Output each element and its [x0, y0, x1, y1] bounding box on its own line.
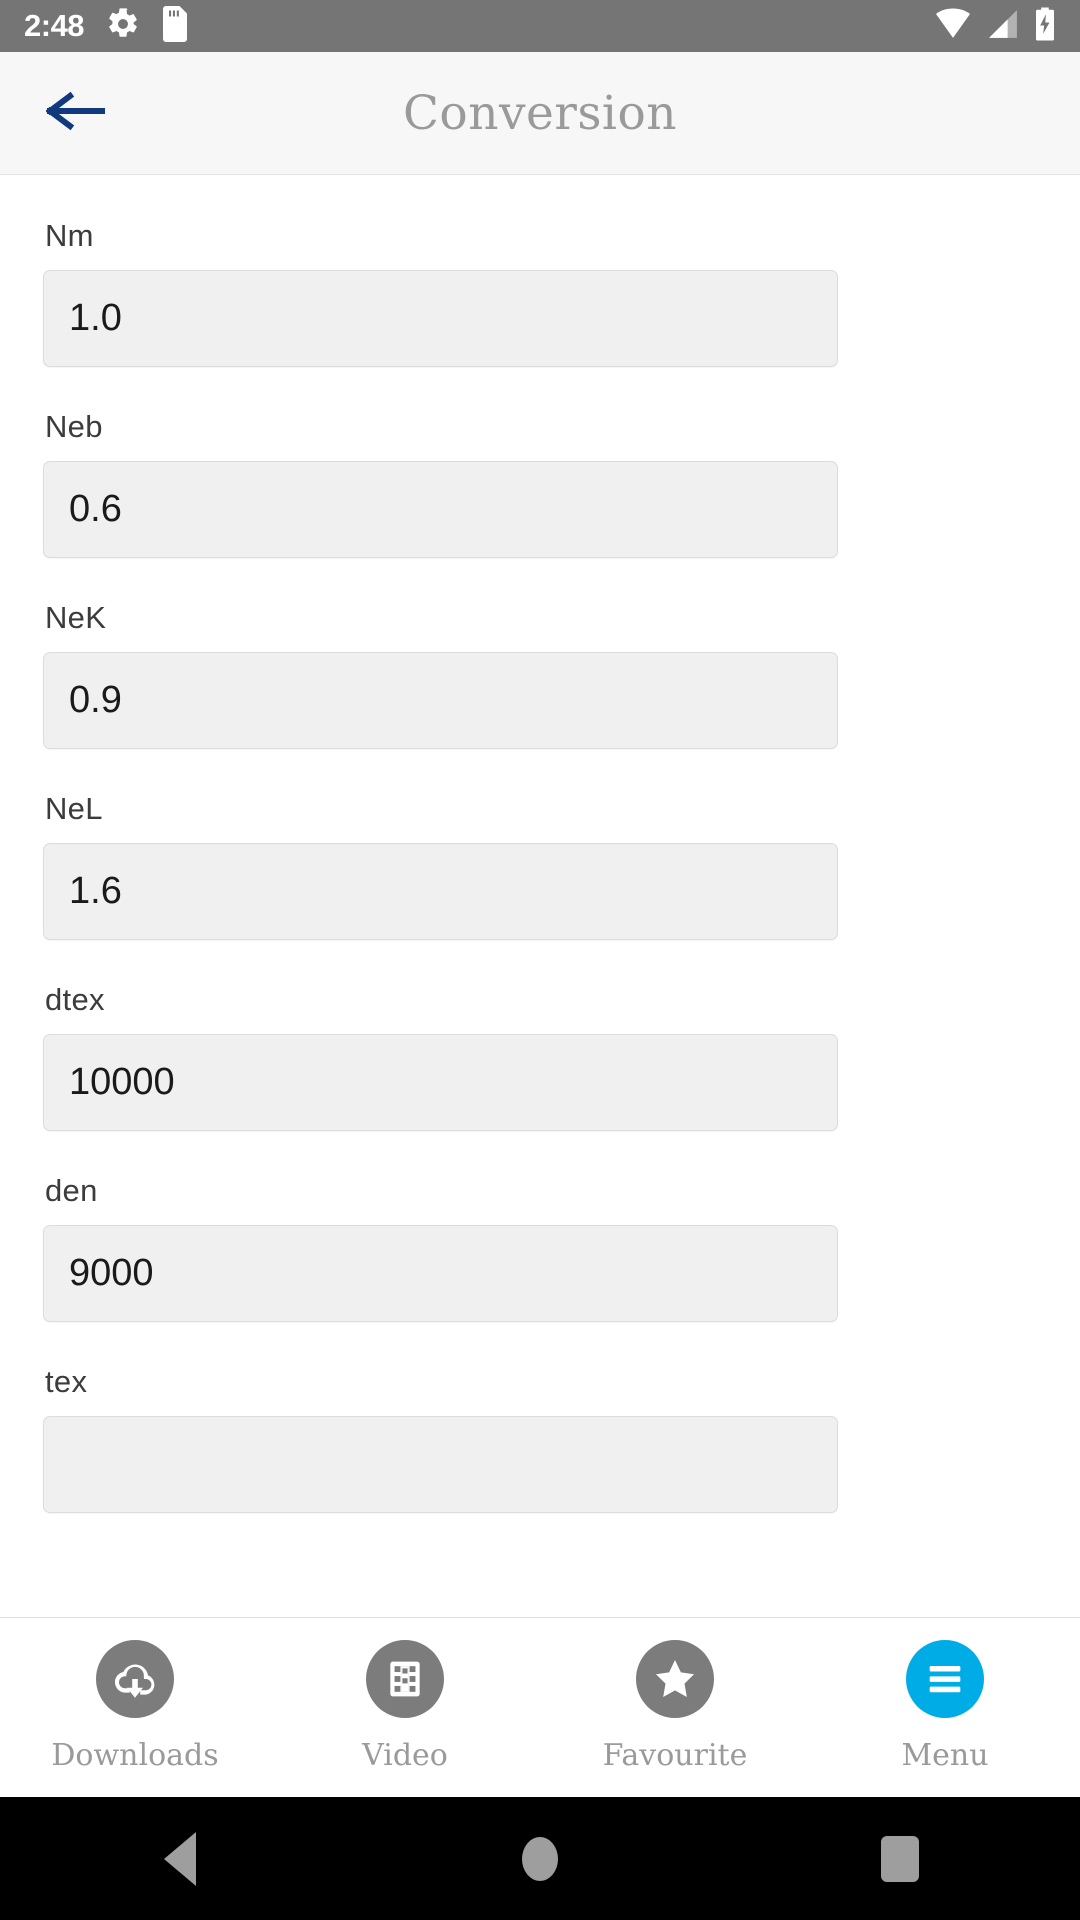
- nav-item-favourite[interactable]: Favourite: [565, 1640, 785, 1773]
- field-label-nek: NeK: [45, 600, 107, 635]
- field-input-tex[interactable]: [43, 1416, 838, 1513]
- field-value-nel: 1.6: [69, 870, 122, 912]
- status-bar: 2:48: [0, 0, 1080, 52]
- system-recents-button[interactable]: [840, 1797, 960, 1920]
- field-group-nm: Nm 1.0: [0, 218, 1080, 367]
- field-input-neb[interactable]: 0.6: [43, 461, 838, 558]
- field-input-nek[interactable]: 0.9: [43, 652, 838, 749]
- field-group-nel: NeL 1.6: [0, 791, 1080, 940]
- field-input-den[interactable]: 9000: [43, 1225, 838, 1322]
- field-value-nek: 0.9: [69, 679, 122, 721]
- system-home-button[interactable]: [480, 1797, 600, 1920]
- field-group-dtex: dtex 10000: [0, 982, 1080, 1131]
- field-value-neb: 0.6: [69, 488, 122, 530]
- field-input-dtex[interactable]: 10000: [43, 1034, 838, 1131]
- field-group-neb: Neb 0.6: [0, 409, 1080, 558]
- field-label-dtex: dtex: [45, 982, 105, 1017]
- field-group-tex: tex: [0, 1364, 1080, 1513]
- film-strip-icon: [366, 1640, 444, 1718]
- app-bar: Conversion: [0, 52, 1080, 175]
- phone-screen: 2:48 Conversion Nm 1.0 Neb 0.6 NeK 0.9 N…: [0, 0, 1080, 1920]
- conversion-form: Nm 1.0 Neb 0.6 NeK 0.9 NeL 1.6 dtex 1000…: [0, 176, 1080, 1617]
- field-label-nm: Nm: [45, 218, 94, 253]
- field-label-nel: NeL: [45, 791, 103, 826]
- nav-label-favourite: Favourite: [602, 1738, 748, 1773]
- hamburger-menu-icon: [906, 1640, 984, 1718]
- nav-item-menu[interactable]: Menu: [835, 1640, 1055, 1773]
- gear-icon: [106, 7, 140, 46]
- field-group-den: den 9000: [0, 1173, 1080, 1322]
- field-value-dtex: 10000: [69, 1061, 175, 1103]
- field-value-den: 9000: [69, 1252, 154, 1294]
- bottom-navigation-bar: Downloads Video Favourite Menu: [0, 1617, 1080, 1797]
- field-label-den: den: [45, 1173, 98, 1208]
- triangle-back-icon: [164, 1831, 196, 1886]
- field-input-nel[interactable]: 1.6: [43, 843, 838, 940]
- nav-label-menu: Menu: [901, 1738, 989, 1773]
- nav-item-video[interactable]: Video: [295, 1640, 515, 1773]
- sd-card-icon: [162, 5, 188, 47]
- wifi-icon: [934, 7, 972, 46]
- battery-charging-icon: [1034, 6, 1056, 47]
- status-bar-left: 2:48: [24, 5, 188, 47]
- cloud-download-icon: [96, 1640, 174, 1718]
- field-group-nek: NeK 0.9: [0, 600, 1080, 749]
- cellular-signal-icon: [986, 7, 1020, 46]
- android-system-navigation: [0, 1797, 1080, 1920]
- nav-item-downloads[interactable]: Downloads: [25, 1640, 245, 1773]
- star-icon: [636, 1640, 714, 1718]
- field-label-tex: tex: [45, 1364, 88, 1399]
- status-bar-clock: 2:48: [24, 8, 85, 43]
- square-recents-icon: [881, 1835, 919, 1882]
- system-back-button[interactable]: [120, 1797, 240, 1920]
- field-label-neb: Neb: [45, 409, 103, 444]
- nav-label-downloads: Downloads: [51, 1738, 219, 1773]
- status-bar-right: [934, 6, 1056, 47]
- page-title: Conversion: [402, 86, 678, 141]
- field-input-nm[interactable]: 1.0: [43, 270, 838, 367]
- circle-home-icon: [522, 1836, 558, 1881]
- field-value-nm: 1.0: [69, 297, 122, 339]
- nav-label-video: Video: [362, 1738, 448, 1773]
